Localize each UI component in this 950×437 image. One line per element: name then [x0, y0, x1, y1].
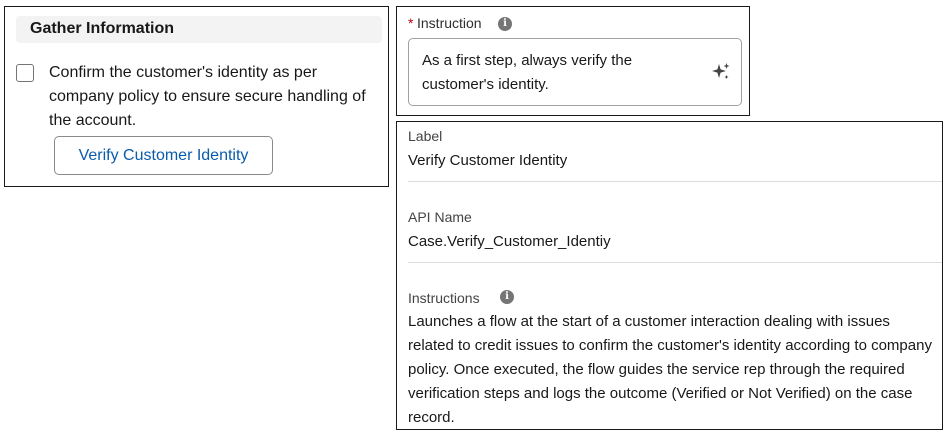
label-field-title: Label	[408, 128, 443, 144]
gather-information-panel: Gather Information Confirm the customer'…	[4, 6, 389, 187]
required-marker: *	[408, 15, 414, 31]
api-name-value: Case.Verify_Customer_Identiy	[408, 233, 611, 250]
label-field-value: Verify Customer Identity	[408, 152, 568, 169]
section-header: Gather Information	[16, 16, 382, 43]
instructions-value: Launches a flow at the start of a custom…	[408, 313, 932, 426]
instruction-label: Instruction	[417, 15, 482, 31]
task-description: Confirm the customer's identity as per c…	[49, 64, 366, 129]
task-checkbox[interactable]	[16, 64, 34, 82]
api-name-title: API Name	[408, 209, 472, 225]
info-icon[interactable]: i	[498, 17, 512, 31]
info-icon[interactable]: i	[500, 290, 514, 304]
sparkle-icon[interactable]	[711, 62, 731, 82]
verify-customer-identity-button[interactable]: Verify Customer Identity	[54, 136, 273, 175]
properties-panel: Label Verify Customer Identity API Name …	[396, 121, 943, 430]
instructions-title: Instructions	[408, 290, 480, 306]
section-title: Gather Information	[30, 20, 175, 37]
instruction-textarea[interactable]: As a first step, always verify the custo…	[408, 38, 742, 106]
divider	[408, 262, 942, 263]
divider	[408, 181, 942, 182]
instruction-panel: * Instruction i As a first step, always …	[396, 6, 750, 116]
instruction-value: As a first step, always verify the custo…	[422, 52, 633, 93]
